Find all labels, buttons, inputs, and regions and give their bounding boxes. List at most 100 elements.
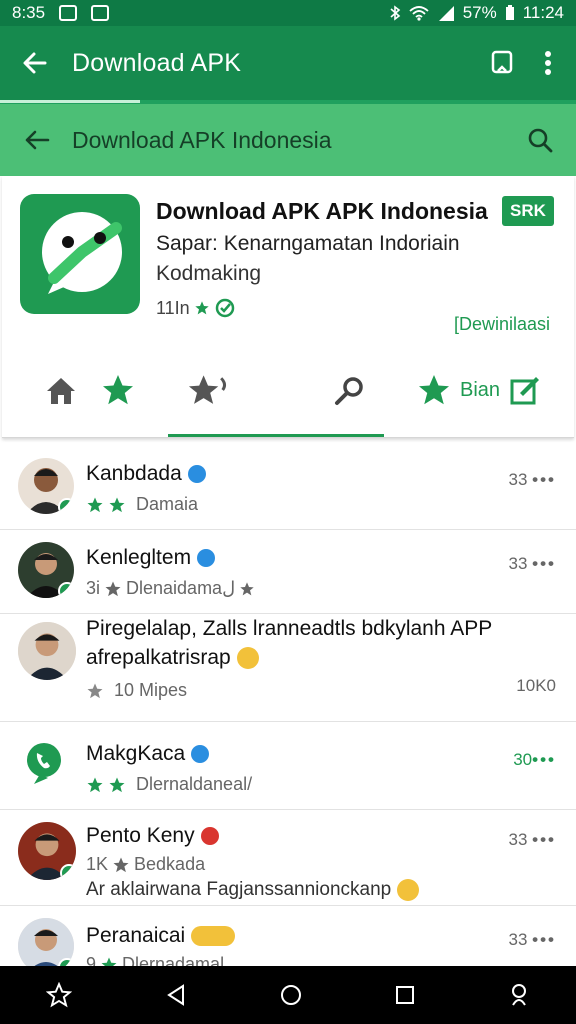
app-rating: 11In: [156, 297, 236, 319]
recents-square-icon[interactable]: [395, 985, 415, 1005]
list-item[interactable]: Kenlegltem 3i Dlenaidamaل 33 •••: [0, 530, 576, 614]
reviewer-name: Kanbdada: [86, 462, 206, 486]
avatar: [18, 542, 74, 598]
search-icon[interactable]: [526, 126, 554, 154]
app-badge: SRK: [502, 196, 554, 226]
home-icon: [47, 378, 75, 404]
battery-icon: [505, 5, 514, 20]
emoji-icon: [191, 926, 236, 946]
rate-action[interactable]: [186, 372, 230, 408]
reviewer-name-text: Kenlegltem: [86, 546, 192, 569]
play-badge-icon: [58, 498, 74, 514]
search-action[interactable]: [332, 374, 366, 408]
more-dots-icon[interactable]: •••: [532, 554, 556, 573]
star-rate-icon: [188, 375, 226, 404]
list-item[interactable]: Pento Keny 1K Bedkada Ar aklairwana Fagj…: [0, 810, 576, 906]
review-count-text: 30: [513, 750, 533, 769]
reviewer-name: Kenlegltem: [86, 546, 216, 570]
back-arrow-icon[interactable]: [22, 125, 52, 155]
more-dots-icon[interactable]: •••: [532, 750, 556, 769]
list-item[interactable]: Piregelalap, Zalls lranneadtls bdkylanh …: [0, 614, 576, 722]
verified-icon: [187, 465, 206, 483]
play-badge-icon: [58, 582, 74, 598]
search-bar: Download APK Indonesia: [0, 104, 576, 176]
wifi-icon: [409, 6, 429, 21]
review-meta-text: Dlenaidamaل: [126, 578, 236, 598]
status-time-right: 11:24: [522, 3, 564, 22]
reviewer-name: MakgKaca: [86, 742, 210, 766]
more-dots-icon[interactable]: •••: [532, 830, 556, 849]
review-count[interactable]: 33 •••: [508, 830, 556, 850]
save-action[interactable]: Bian: [416, 372, 542, 408]
status-time-left: 8:35: [12, 3, 46, 22]
verified-icon: [197, 549, 216, 567]
review-meta-prefix: 1K: [86, 854, 109, 874]
action-row: Bian: [2, 366, 574, 422]
system-nav-bar: [0, 966, 576, 1024]
more-dots-icon[interactable]: •••: [532, 930, 556, 949]
star-icon: [113, 857, 129, 872]
bookmark-icon[interactable]: [490, 50, 514, 76]
download-link[interactable]: [Dewinilaasi: [454, 314, 550, 335]
star-icon: [87, 497, 103, 512]
star-icon: [105, 581, 121, 596]
star-icon: [195, 301, 209, 315]
notification-icon: [59, 5, 78, 21]
review-count[interactable]: 33 •••: [508, 930, 556, 950]
review-count: 10K0: [516, 676, 556, 695]
avatar: [18, 458, 74, 514]
verified-icon: [200, 827, 219, 845]
review-meta-text: Damaia: [136, 494, 199, 514]
review-meta-text: 10 Mipes: [114, 680, 188, 700]
rating-text: 11In: [156, 297, 190, 318]
avatar: [18, 622, 76, 680]
battery-percent: 57%: [462, 3, 497, 22]
review-meta-prefix: 3i: [86, 578, 101, 598]
review-comment-line1: Piregelalap, Zalls lranneadtls bdkylanh …: [86, 617, 493, 640]
list-item[interactable]: Peranaicai 9 Dlernadamal 33 •••: [0, 906, 576, 974]
star-icon: [87, 683, 103, 698]
star-icon: [419, 375, 449, 405]
review-count[interactable]: 33 •••: [508, 470, 556, 490]
review-comment-text: Ar aklairwana Fagjanssannionckanp: [86, 879, 392, 900]
star-icon: [109, 497, 125, 512]
app-subtitle: Sapar: Kenarngamatan Indoriain: [156, 232, 460, 255]
play-badge-icon: [60, 864, 76, 880]
bluetooth-icon: [390, 5, 400, 21]
reviewer-name: Peranaicai: [86, 924, 236, 948]
reviewer-name-text: Pento Keny: [86, 824, 195, 847]
review-meta: 1K Bedkada: [86, 854, 205, 875]
review-count[interactable]: 33 •••: [508, 554, 556, 574]
reviewer-name: Pento Keny: [86, 824, 219, 848]
app-title: Download APK APK Indonesia: [156, 198, 488, 224]
back-arrow-icon[interactable]: [20, 48, 50, 78]
more-dots-icon[interactable]: •••: [532, 470, 556, 489]
review-count[interactable]: 30•••: [513, 750, 556, 770]
app-card: Download APK APK Indonesia SRK Sapar: Ke…: [2, 176, 574, 438]
verified-icon: [215, 298, 234, 318]
review-meta-text: Bedkada: [134, 854, 206, 874]
reviewer-name-text: Kanbdada: [86, 462, 182, 485]
assistant-icon[interactable]: [508, 983, 530, 1007]
home-circle-icon[interactable]: [279, 983, 303, 1007]
home-action[interactable]: [44, 374, 78, 408]
notification-icon: [91, 5, 110, 21]
review-count-text: 33: [508, 470, 528, 489]
app-bar-title: Download APK: [72, 48, 242, 77]
more-options-icon[interactable]: [544, 50, 552, 76]
star-outline-icon[interactable]: [46, 982, 73, 1008]
favorite-action[interactable]: [100, 372, 136, 408]
search-bar-title: Download APK Indonesia: [72, 126, 332, 153]
list-item[interactable]: Kanbdada Damaia 33 •••: [0, 446, 576, 530]
back-triangle-icon[interactable]: [165, 984, 187, 1006]
list-item[interactable]: MakgKaca Dlernaldaneal/ 30•••: [0, 722, 576, 810]
review-meta: 10 Mipes: [86, 680, 187, 701]
app-developer: Kodmaking: [156, 262, 262, 285]
app-logo-icon: [20, 194, 140, 314]
review-meta-text: Dlernaldaneal/: [136, 774, 253, 794]
emoji-icon: [396, 878, 419, 901]
key-icon: [335, 377, 363, 405]
star-icon: [87, 777, 103, 792]
review-count-text: 33: [508, 930, 528, 949]
reviewer-name-text: Peranaicai: [86, 924, 186, 947]
